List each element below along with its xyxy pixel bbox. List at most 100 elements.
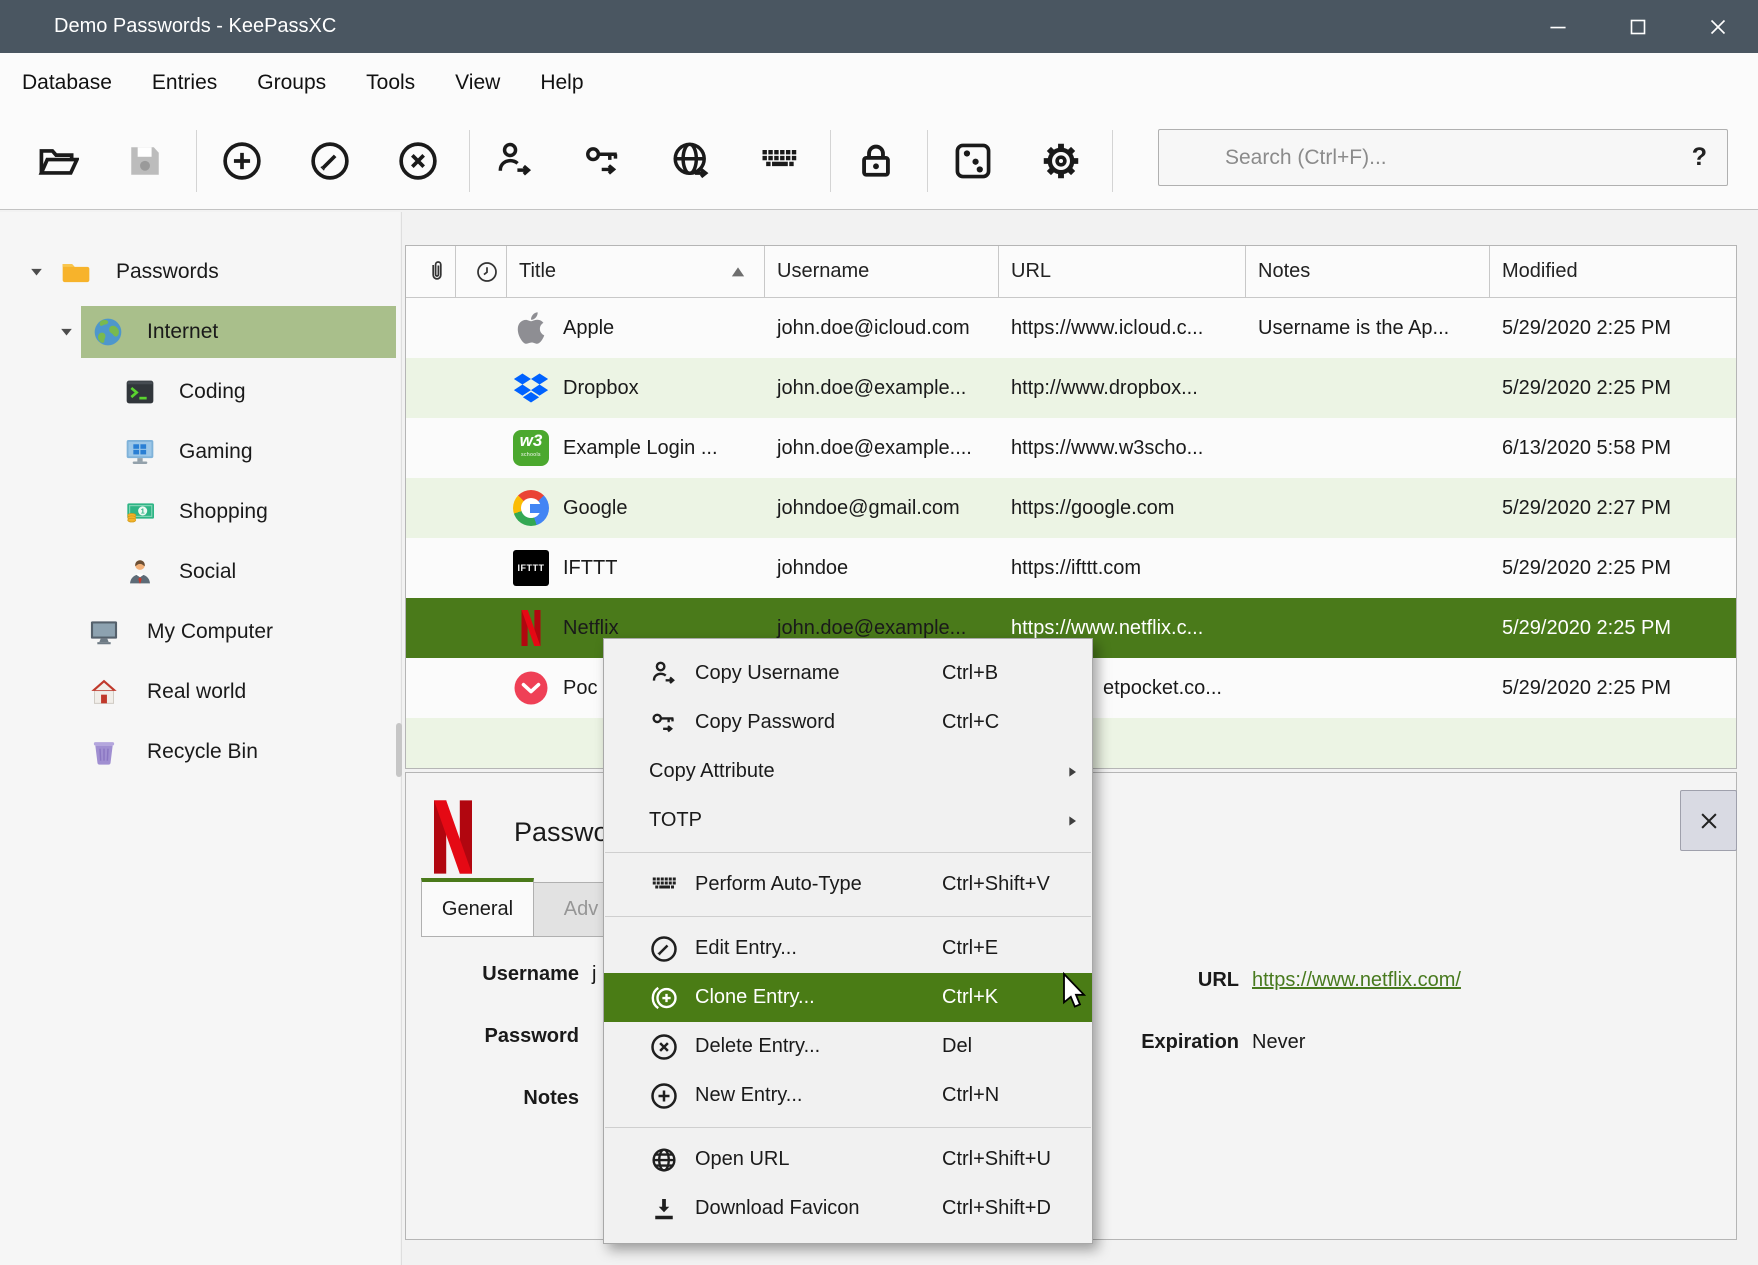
window-minimize-button[interactable] <box>1518 0 1598 53</box>
sidebar-item-shopping[interactable]: 1Shopping <box>0 486 400 538</box>
menu-item-open-url[interactable]: Open URLCtrl+Shift+U <box>604 1135 1092 1184</box>
password-generator-button[interactable] <box>950 138 996 184</box>
entry-title: Google <box>563 497 628 520</box>
dropbox-icon <box>513 370 549 406</box>
menu-item-copy-attribute[interactable]: Copy Attribute <box>604 747 1092 796</box>
menu-item-new-entry[interactable]: New Entry...Ctrl+N <box>604 1071 1092 1120</box>
column-header-time[interactable] <box>456 246 507 297</box>
mouse-cursor <box>1058 972 1090 1010</box>
entry-username: johndoe@gmail.com <box>765 497 999 520</box>
sidebar-item-coding[interactable]: Coding <box>0 366 400 418</box>
dice-icon <box>951 139 995 183</box>
computer-icon <box>88 616 120 648</box>
menu-view[interactable]: View <box>455 71 500 95</box>
entry-url: http://www.dropbox... <box>999 377 1246 400</box>
sidebar-item-passwords[interactable]: Passwords <box>0 246 400 298</box>
sidebar-item-real-world[interactable]: Real world <box>0 666 400 718</box>
delete-entry-button[interactable] <box>395 138 441 184</box>
column-header-title[interactable]: Title <box>507 246 765 297</box>
table-row-google[interactable]: Googlejohndoe@gmail.comhttps://google.co… <box>406 478 1736 538</box>
sidebar-item-internet[interactable]: Internet <box>0 306 400 358</box>
menu-item-copy-password[interactable]: Copy PasswordCtrl+C <box>604 698 1092 747</box>
save-database-button[interactable] <box>122 138 168 184</box>
sidebar-item-my-computer[interactable]: My Computer <box>0 606 400 658</box>
menu-help[interactable]: Help <box>540 71 583 95</box>
table-row-apple[interactable]: Applejohn.doe@icloud.comhttps://www.iclo… <box>406 298 1736 358</box>
column-header-notes[interactable]: Notes <box>1246 246 1490 297</box>
search-icon <box>1179 143 1209 173</box>
search-input[interactable]: Search (Ctrl+F)... ? <box>1158 129 1728 186</box>
sidebar-item-social[interactable]: Social <box>0 546 400 598</box>
search-help-button[interactable]: ? <box>1692 143 1707 172</box>
folder-open-icon <box>35 139 79 183</box>
copy-username-button[interactable] <box>492 138 538 184</box>
folder-icon <box>60 256 92 288</box>
menu-item-download-favicon[interactable]: Download FaviconCtrl+Shift+D <box>604 1184 1092 1233</box>
window-close-button[interactable] <box>1678 0 1758 53</box>
toolbar-separator <box>196 130 197 192</box>
menu-item-label: Download Favicon <box>695 1197 942 1220</box>
column-header-username[interactable]: Username <box>765 246 999 297</box>
menu-separator <box>605 1127 1091 1128</box>
menu-item-shortcut: Ctrl+B <box>942 662 1092 685</box>
open-database-button[interactable] <box>34 138 80 184</box>
person-icon <box>124 556 156 588</box>
menu-item-shortcut: Ctrl+Shift+U <box>942 1148 1092 1171</box>
svg-text:1: 1 <box>141 507 145 516</box>
copy-password-button[interactable] <box>580 138 626 184</box>
globe-line-icon <box>649 1145 679 1175</box>
w3schools-icon: w3schools <box>513 430 549 466</box>
toolbar-separator <box>1112 130 1113 192</box>
download-icon <box>649 1194 679 1224</box>
open-url-button[interactable] <box>668 138 714 184</box>
preview-heading: Passwo <box>514 817 609 848</box>
menu-database[interactable]: Database <box>22 71 112 95</box>
menu-separator <box>605 916 1091 917</box>
field-value-expiration: Never <box>1252 1031 1305 1061</box>
table-row-ifttt[interactable]: IFTTTIFTTTjohndoehttps://ifttt.com5/29/2… <box>406 538 1736 598</box>
toolbar-separator <box>927 130 928 192</box>
field-value-url[interactable]: https://www.netflix.com/ <box>1252 969 1461 999</box>
tab-general[interactable]: General <box>421 878 534 937</box>
lock-database-button[interactable] <box>853 138 899 184</box>
settings-button[interactable] <box>1038 138 1084 184</box>
sidebar-item-gaming[interactable]: Gaming <box>0 426 400 478</box>
menu-item-label: Clone Entry... <box>695 986 942 1009</box>
new-entry-button[interactable] <box>219 138 265 184</box>
menu-item-delete-entry[interactable]: Delete Entry...Del <box>604 1022 1092 1071</box>
menu-entries[interactable]: Entries <box>152 71 217 95</box>
menu-groups[interactable]: Groups <box>257 71 326 95</box>
copy-username-icon <box>493 139 537 183</box>
keepassxc-window: Demo Passwords - KeePassXC DatabaseEntri… <box>0 0 1758 1265</box>
menu-item-edit-entry[interactable]: Edit Entry...Ctrl+E <box>604 924 1092 973</box>
menu-tools[interactable]: Tools <box>366 71 415 95</box>
menu-item-copy-username[interactable]: Copy UsernameCtrl+B <box>604 649 1092 698</box>
sort-ascending-icon <box>728 262 748 282</box>
submenu-arrow-icon <box>1064 764 1080 780</box>
menu-item-clone-entry[interactable]: Clone Entry...Ctrl+K <box>604 973 1092 1022</box>
menu-item-perform-auto-type[interactable]: Perform Auto-TypeCtrl+Shift+V <box>604 860 1092 909</box>
entry-modified: 5/29/2020 2:25 PM <box>1490 377 1736 400</box>
sidebar-item-recycle-bin[interactable]: Recycle Bin <box>0 726 400 778</box>
save-icon <box>123 139 167 183</box>
menu-item-label: New Entry... <box>695 1084 942 1107</box>
menu-item-shortcut: Ctrl+N <box>942 1084 1092 1107</box>
entry-title: IFTTT <box>563 557 617 580</box>
gaming-monitor-icon <box>124 436 156 468</box>
column-header-url[interactable]: URL <box>999 246 1246 297</box>
close-preview-button[interactable] <box>1680 790 1737 851</box>
edit-entry-button[interactable] <box>307 138 353 184</box>
apple-icon <box>513 310 549 346</box>
perform-autotype-button[interactable] <box>756 138 802 184</box>
table-row-dropbox[interactable]: Dropboxjohn.doe@example...http://www.dro… <box>406 358 1736 418</box>
entry-url: https://www.icloud.c... <box>999 317 1246 340</box>
column-header-modified[interactable]: Modified <box>1490 246 1736 297</box>
window-maximize-button[interactable] <box>1598 0 1678 53</box>
recycle-bin-icon <box>88 736 120 768</box>
sidebar-item-label: Recycle Bin <box>147 740 258 764</box>
table-row-example-login[interactable]: w3schoolsExample Login ...john.doe@examp… <box>406 418 1736 478</box>
column-header-attachment[interactable] <box>406 246 456 297</box>
menu-item-totp[interactable]: TOTP <box>604 796 1092 845</box>
sidebar-scrollbar[interactable] <box>396 723 402 777</box>
entry-title: Netflix <box>563 617 619 640</box>
